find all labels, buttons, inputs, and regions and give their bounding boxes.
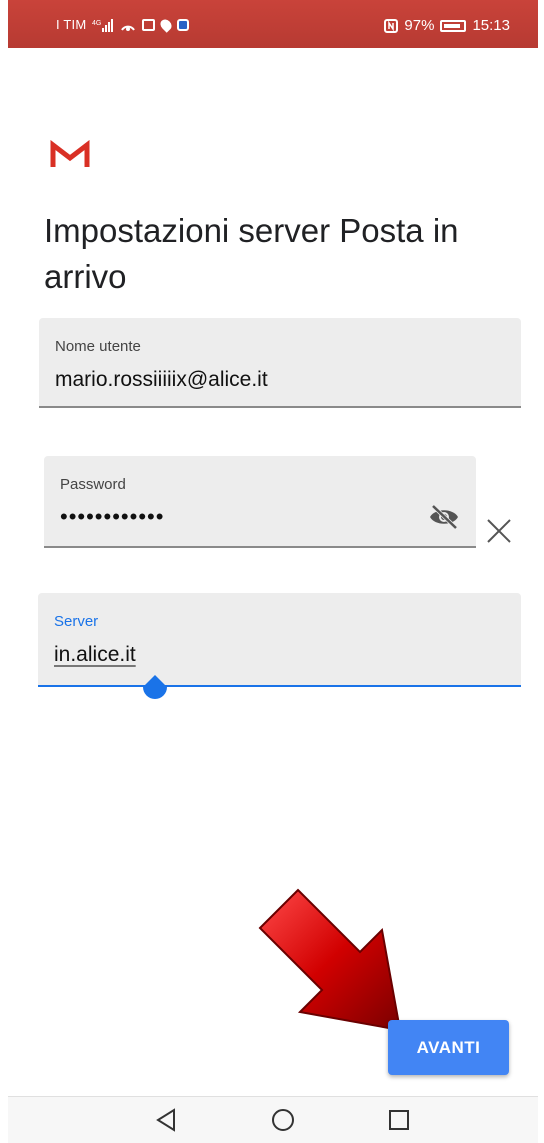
server-field[interactable]: Server in.alice.it [38, 593, 521, 687]
username-value: mario.rossiiiiix@alice.it [55, 368, 268, 391]
nfc-icon [384, 18, 399, 33]
status-bar: I TIM 4G 97% 15:13 [8, 0, 538, 48]
signal-icon: 4G [92, 18, 114, 32]
home-icon[interactable] [268, 1105, 298, 1135]
page-title: Impostazioni server Posta in arrivo [44, 212, 459, 295]
text-cursor-handle[interactable] [141, 675, 169, 707]
server-label: Server [54, 613, 99, 630]
password-field[interactable]: Password •••••••••••• [44, 456, 476, 548]
visibility-off-icon[interactable] [428, 504, 460, 530]
server-value: in.alice.it [54, 643, 136, 666]
recent-apps-icon[interactable] [384, 1105, 414, 1135]
nav-bar [8, 1096, 538, 1143]
battery-percent: 97% [404, 17, 435, 34]
app-notification-icon [177, 18, 190, 31]
network-type-label: 4G [92, 20, 101, 27]
carrier-label: I TIM [56, 17, 87, 32]
password-value: •••••••••••• [60, 504, 165, 529]
status-right: 97% 15:13 [384, 17, 510, 34]
close-icon[interactable] [485, 517, 513, 545]
arrow-annotation-icon [258, 888, 402, 1032]
location-icon [158, 16, 175, 33]
screenshot-icon [142, 18, 156, 31]
back-icon[interactable] [152, 1105, 182, 1135]
password-label: Password [60, 476, 126, 493]
hotspot-icon [121, 25, 136, 31]
username-label: Nome utente [55, 338, 141, 355]
username-field[interactable]: Nome utente mario.rossiiiiix@alice.it [39, 318, 521, 408]
status-left: I TIM 4G [56, 16, 190, 33]
next-button[interactable]: AVANTI [388, 1020, 509, 1075]
battery-icon [440, 19, 467, 32]
clock: 15:13 [472, 17, 510, 34]
gmail-icon [50, 140, 90, 167]
